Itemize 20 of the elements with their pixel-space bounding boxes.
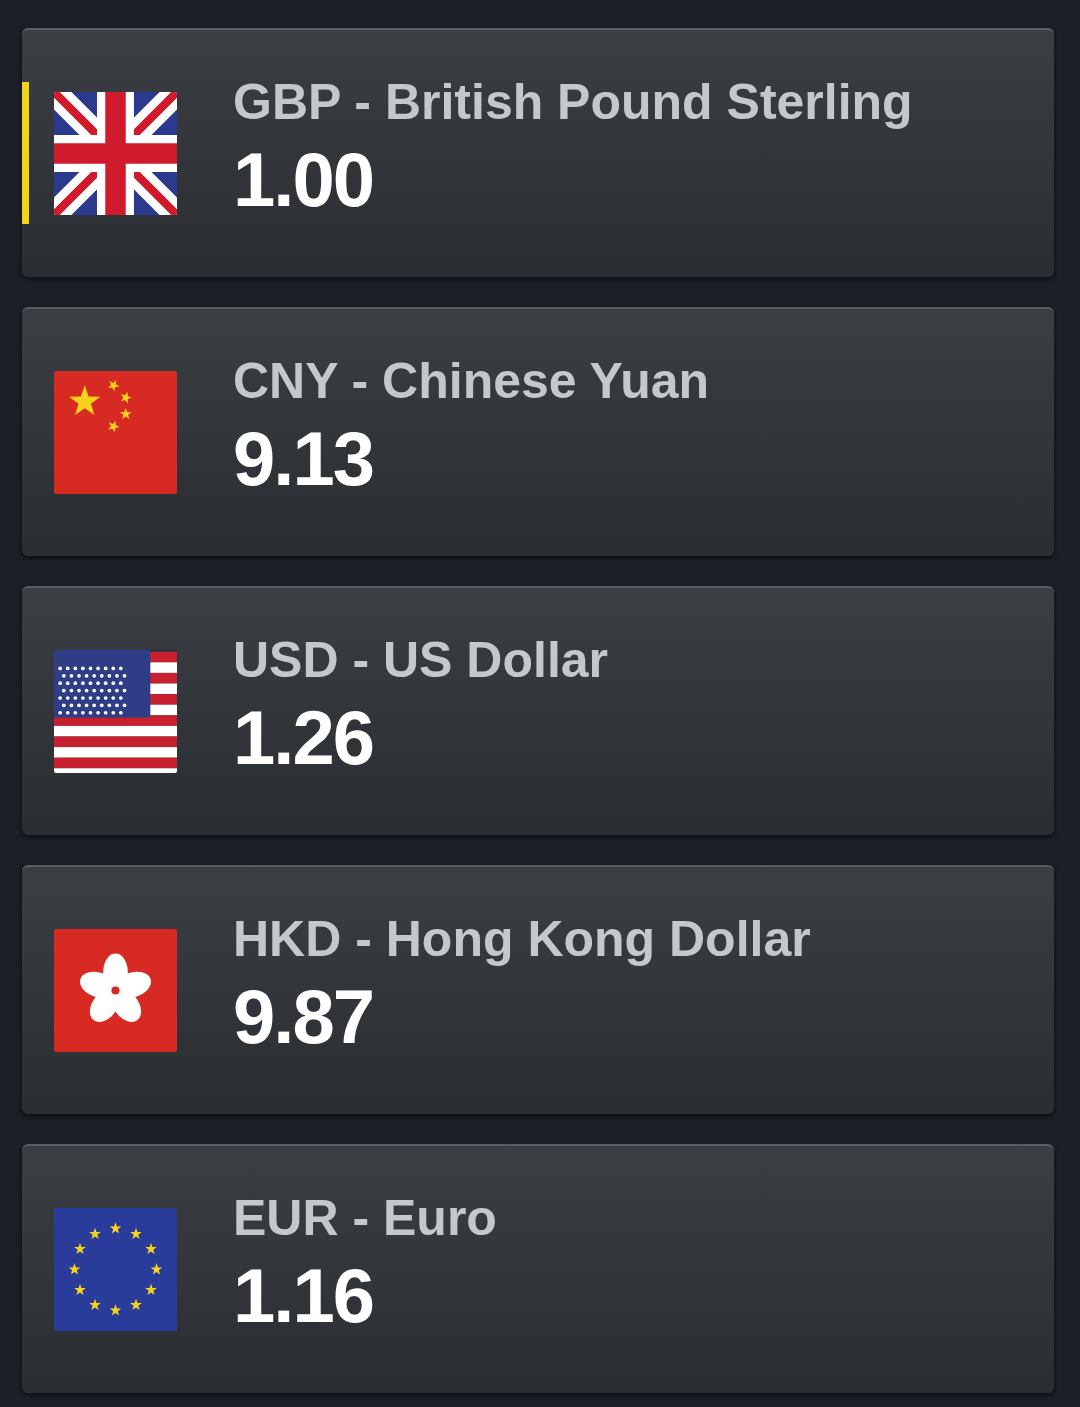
currency-card[interactable]: EUR - Euro 1.16 bbox=[22, 1144, 1054, 1393]
exchange-rate: 1.26 bbox=[233, 695, 374, 780]
flag-icon bbox=[54, 650, 177, 773]
currency-card[interactable]: HKD - Hong Kong Dollar 9.87 bbox=[22, 865, 1054, 1114]
exchange-rate: 9.13 bbox=[233, 416, 374, 501]
flag-icon bbox=[54, 929, 177, 1052]
exchange-rate: 1.16 bbox=[233, 1253, 374, 1338]
currency-name: CNY - Chinese Yuan bbox=[233, 352, 710, 409]
currency-name: HKD - Hong Kong Dollar bbox=[233, 910, 811, 967]
flag-icon bbox=[54, 371, 177, 494]
flag-icon bbox=[54, 1208, 177, 1331]
exchange-rate: 9.87 bbox=[233, 974, 374, 1059]
currency-card[interactable]: GBP - British Pound Sterling 1.00 bbox=[22, 28, 1054, 277]
currency-card[interactable]: USD - US Dollar 1.26 bbox=[22, 586, 1054, 835]
currency-card[interactable]: CNY - Chinese Yuan 9.13 bbox=[22, 307, 1054, 556]
currency-name: GBP - British Pound Sterling bbox=[233, 73, 913, 130]
currency-name: EUR - Euro bbox=[233, 1189, 497, 1246]
currency-name: USD - US Dollar bbox=[233, 631, 609, 688]
flag-icon bbox=[54, 92, 177, 215]
exchange-rate: 1.00 bbox=[233, 137, 374, 222]
